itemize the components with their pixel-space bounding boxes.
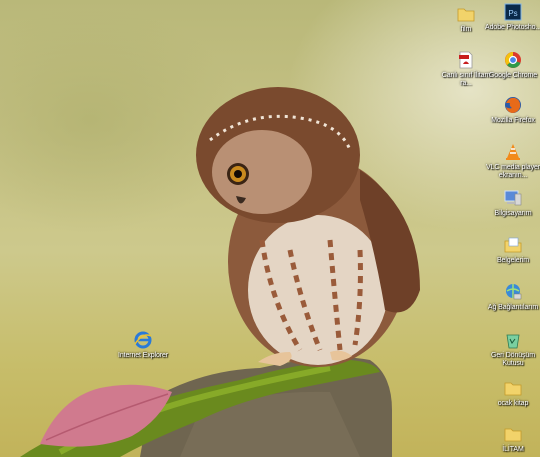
documents-icon <box>503 235 523 255</box>
desktop-icon-firefox[interactable]: Mozilla Firefox <box>485 95 540 125</box>
desktop-icon-label: ocak kitap <box>497 400 529 407</box>
desktop-icon-label: Ağ Bağlantılarım <box>487 304 539 311</box>
internet-explorer-icon <box>133 330 153 350</box>
desktop[interactable]: film Ps Adobe Photosho... Canlı sınıf İl… <box>0 0 540 457</box>
desktop-icon-ocak-kitap[interactable]: ocak kitap <box>485 378 540 408</box>
photoshop-icon: Ps <box>503 2 523 22</box>
desktop-icon-chrome[interactable]: Google Chrome <box>485 50 540 80</box>
desktop-icon-label: VLC media player ekranın... <box>485 164 540 179</box>
desktop-icon-photoshop[interactable]: Ps Adobe Photosho... <box>485 2 540 32</box>
desktop-icon-documents[interactable]: Belgelerim <box>485 235 540 265</box>
desktop-icon-internet-explorer[interactable]: Internet Explorer <box>115 330 171 360</box>
recycle-bin-icon <box>503 330 523 350</box>
pdf-icon <box>456 50 476 70</box>
vlc-icon <box>503 142 523 162</box>
folder-icon <box>503 424 523 444</box>
desktop-icon-label: Mozilla Firefox <box>491 117 535 124</box>
chrome-icon <box>503 50 523 70</box>
desktop-icon-label: Geri Dönüşüm Kutusu <box>491 352 535 367</box>
firefox-icon <box>503 95 523 115</box>
desktop-icon-label: Bilgisayarım <box>494 210 532 217</box>
desktop-icon-recycle-bin[interactable]: Geri Dönüşüm Kutusu <box>485 330 540 368</box>
desktop-icon-label: Adobe Photosho... <box>485 24 540 31</box>
desktop-icon-label: Internet Explorer <box>117 352 169 359</box>
desktop-icon-label: İLİTAM <box>502 446 524 453</box>
svg-text:Ps: Ps <box>508 9 517 18</box>
desktop-icon-vlc[interactable]: VLC media player ekranın... <box>485 142 540 180</box>
desktop-icon-label: Belgelerim <box>496 257 530 264</box>
folder-icon <box>503 378 523 398</box>
desktop-icon-label: Google Chrome <box>488 72 538 79</box>
desktop-icon-network[interactable]: Ağ Bağlantılarım <box>485 282 540 312</box>
folder-icon <box>456 4 476 24</box>
desktop-icon-ilitam[interactable]: İLİTAM <box>485 424 540 454</box>
computer-icon <box>503 188 523 208</box>
network-icon <box>503 282 523 302</box>
desktop-icon-computer[interactable]: Bilgisayarım <box>485 188 540 218</box>
